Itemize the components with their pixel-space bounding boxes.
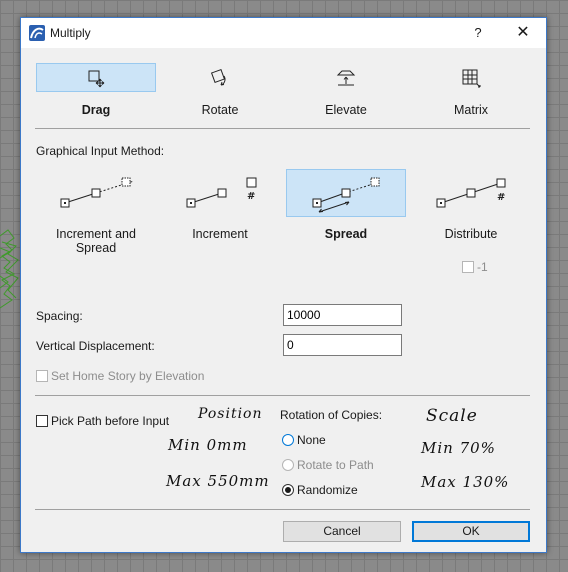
- distribute-icon: #: [436, 178, 506, 208]
- spread-icon: [312, 177, 380, 213]
- mode-matrix[interactable]: Matrix: [411, 63, 531, 117]
- mode-drag[interactable]: Drag: [36, 63, 156, 117]
- minus-one-checkbox[interactable]: [462, 261, 474, 273]
- rotation-none-label: None: [297, 433, 326, 447]
- rotation-heading: Rotation of Copies:: [280, 408, 383, 422]
- vertical-displacement-field[interactable]: [283, 334, 402, 356]
- method-distribute[interactable]: # Distribute: [411, 169, 531, 249]
- rotate-icon: [210, 68, 226, 86]
- annotation-position-title: Position: [198, 406, 263, 422]
- method-increment-icon-box: #: [160, 169, 280, 217]
- mode-matrix-icon-box: [411, 63, 531, 92]
- input-method-heading: Graphical Input Method:: [36, 144, 165, 158]
- mode-rotate-label: Rotate: [201, 103, 239, 117]
- pick-path-checkbox[interactable]: [36, 415, 48, 427]
- matrix-icon: [462, 69, 481, 88]
- svg-text:#: #: [497, 192, 505, 203]
- method-distribute-label: Distribute: [444, 227, 498, 241]
- method-increment-and-spread-icon-box: [36, 169, 156, 217]
- close-button[interactable]: ✕: [511, 23, 535, 43]
- annotation-scale-title: Scale: [426, 406, 478, 426]
- mode-rotate[interactable]: Rotate: [160, 63, 280, 117]
- set-home-story-checkbox[interactable]: [36, 370, 48, 382]
- cancel-button[interactable]: Cancel: [283, 521, 401, 542]
- title-bar[interactable]: Multiply ? ✕: [21, 18, 546, 48]
- minus-one-label: -1: [477, 260, 488, 274]
- method-increment[interactable]: # Increment: [160, 169, 280, 249]
- mode-elevate[interactable]: Elevate: [286, 63, 406, 117]
- spacing-label: Spacing:: [36, 309, 83, 323]
- multiply-dialog: Multiply ? ✕ Drag Rotate Elevate Matrix …: [20, 17, 547, 553]
- separator: [35, 128, 530, 129]
- mode-matrix-label: Matrix: [453, 103, 489, 117]
- separator: [35, 395, 530, 396]
- increment-icon: #: [186, 177, 257, 208]
- method-spread-label: Spread: [324, 227, 368, 241]
- method-spread[interactable]: Spread: [286, 169, 406, 249]
- annotation-scale-min: Min 70%: [421, 439, 496, 457]
- set-home-story-label: Set Home Story by Elevation: [51, 369, 205, 383]
- mode-elevate-label: Elevate: [325, 103, 367, 117]
- rotation-none-radio[interactable]: [282, 434, 294, 446]
- annotation-position-max: Max 550mm: [166, 472, 270, 490]
- annotation-scale-max: Max 130%: [421, 473, 510, 491]
- increment-and-spread-icon: [60, 177, 135, 208]
- pick-path-label: Pick Path before Input: [51, 414, 170, 428]
- mode-elevate-icon-box: [286, 63, 406, 92]
- elevate-icon: [336, 70, 356, 86]
- rotation-rotate-to-path-radio[interactable]: [282, 459, 294, 471]
- app-icon: [29, 25, 45, 41]
- method-increment-and-spread-label: Increment and Spread: [56, 227, 136, 255]
- rotation-rotate-to-path-label: Rotate to Path: [297, 458, 374, 472]
- dialog-title: Multiply: [50, 26, 91, 40]
- rotation-randomize-radio[interactable]: [282, 484, 294, 496]
- method-increment-label: Increment: [192, 227, 248, 241]
- vertical-displacement-label: Vertical Displacement:: [36, 339, 155, 353]
- drag-icon: [88, 70, 105, 88]
- annotation-position-min: Min 0mm: [168, 436, 248, 454]
- rotation-randomize-label: Randomize: [297, 483, 358, 497]
- ok-button[interactable]: OK: [412, 521, 530, 542]
- mode-drag-label: Drag: [81, 103, 111, 117]
- method-distribute-icon-box: #: [411, 169, 531, 217]
- mode-drag-icon-box: [36, 63, 156, 92]
- spacing-field[interactable]: [283, 304, 402, 326]
- separator: [35, 509, 530, 510]
- method-spread-icon-box: [286, 169, 406, 217]
- mode-rotate-icon-box: [160, 63, 280, 92]
- svg-text:#: #: [247, 191, 255, 202]
- method-increment-and-spread[interactable]: Increment and Spread: [36, 169, 156, 255]
- help-button[interactable]: ?: [467, 23, 489, 43]
